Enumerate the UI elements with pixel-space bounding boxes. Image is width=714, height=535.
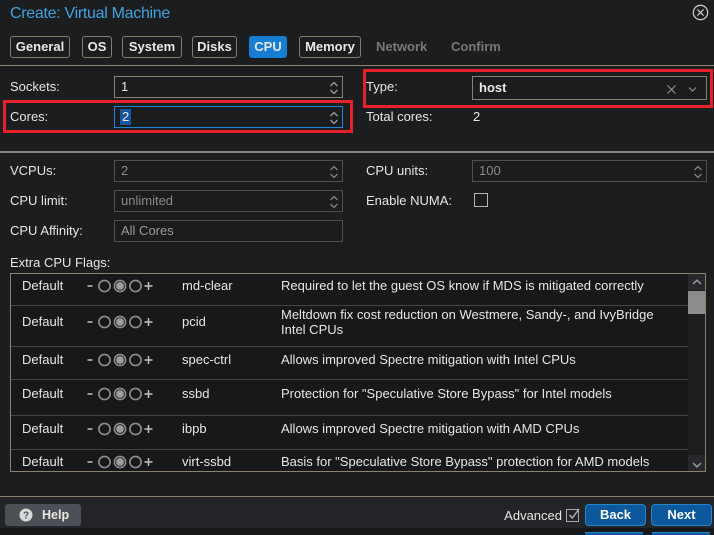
svg-text:?: ? [23, 510, 29, 521]
